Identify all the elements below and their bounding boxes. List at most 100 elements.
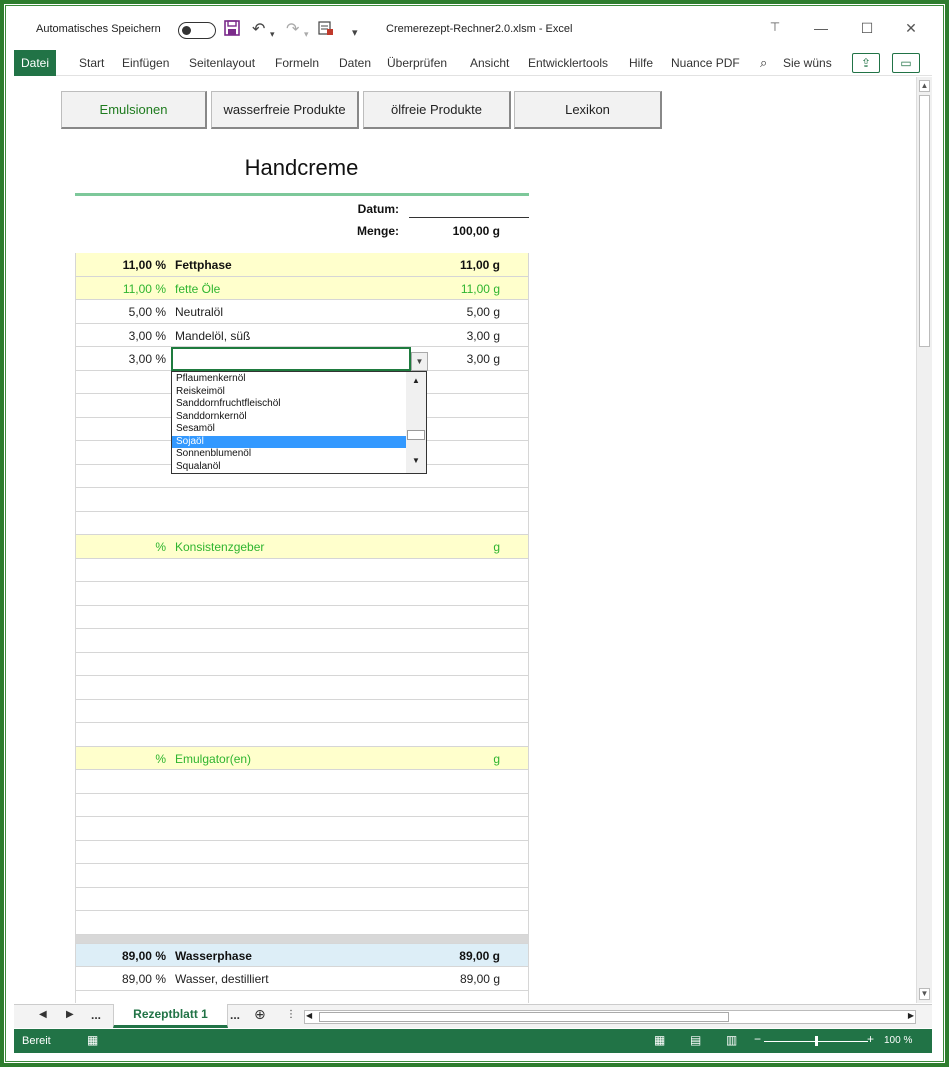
redo-icon[interactable]: ↷ <box>286 20 299 40</box>
table-row[interactable] <box>75 511 529 535</box>
tab-nuance-pdf[interactable]: Nuance PDF <box>671 50 740 76</box>
horizontal-scrollbar[interactable]: ◀ ▶ <box>304 1010 916 1024</box>
scroll-down-icon[interactable]: ▼ <box>919 988 930 1000</box>
vertical-scrollbar[interactable]: ▲ ▼ <box>916 77 932 1003</box>
close-icon[interactable]: ✕ <box>896 20 926 37</box>
tab-start[interactable]: Start <box>79 50 104 76</box>
table-row[interactable]: 3,00 % Mandelöl, süß 3,00 g <box>75 323 529 347</box>
dropdown-item[interactable]: Sojaöl <box>172 435 406 448</box>
scroll-right-icon[interactable]: ▶ <box>908 1011 914 1020</box>
dropdown-scrollbar[interactable]: ▲ ▼ <box>406 372 426 473</box>
tab-entwicklertools[interactable]: Entwicklertools <box>528 50 608 76</box>
ingredient-dropdown-list[interactable]: Squalanöl Sonnenblumenöl Sojaöl Sesamöl Sand… <box>171 371 427 474</box>
tab-ueberpruefen[interactable]: Überprüfen <box>387 50 447 76</box>
dropdown-scroll-thumb[interactable] <box>407 430 425 440</box>
page-break-view-icon[interactable]: ▥ <box>726 1033 737 1047</box>
table-row[interactable]: 11,00 % Fettphase 11,00 g <box>75 253 529 277</box>
dropdown-scroll-down-icon[interactable]: ▼ <box>409 456 423 468</box>
sheet-tab-rezeptblatt-1[interactable]: Rezeptblatt 1 <box>113 1004 228 1028</box>
sheet-overflow-left[interactable]: ... <box>91 1008 101 1022</box>
dropdown-item[interactable]: Sesamöl <box>172 423 406 436</box>
table-row[interactable] <box>75 605 529 629</box>
table-row[interactable] <box>75 887 529 911</box>
zoom-level[interactable]: 100 % <box>884 1035 912 1046</box>
tab-daten[interactable]: Daten <box>339 50 371 76</box>
maximize-icon[interactable]: ☐ <box>852 20 882 37</box>
share-icon[interactable]: ⇪ <box>852 53 880 73</box>
table-row[interactable]: 5,00 % Neutralöl 5,00 g <box>75 300 529 324</box>
redo-dropdown-icon[interactable]: ▾ <box>304 24 309 44</box>
scroll-left-icon[interactable]: ◀ <box>306 1011 312 1020</box>
table-row[interactable] <box>75 770 529 794</box>
recipe-title[interactable]: Handcreme <box>74 155 529 181</box>
table-row[interactable]: % Konsistenzgeber g <box>75 535 529 559</box>
customize-toolbar-icon[interactable]: ▾ <box>352 23 358 43</box>
row-amt: 11,00 g <box>460 281 500 296</box>
dropdown-item[interactable]: Squalanöl <box>172 461 406 474</box>
active-cell-input[interactable] <box>171 347 411 371</box>
table-row[interactable] <box>75 911 529 935</box>
table-row[interactable] <box>75 723 529 747</box>
menge-value[interactable]: 100,00 g <box>409 224 500 238</box>
zoom-out-icon[interactable]: − <box>754 1032 761 1046</box>
undo-icon[interactable]: ↶ <box>252 20 265 40</box>
tab-seitenlayout[interactable]: Seitenlayout <box>189 50 255 76</box>
add-sheet-icon[interactable]: ⊕ <box>254 1006 266 1023</box>
table-row[interactable]: 89,00 % Wasser, destilliert 89,00 g <box>75 967 529 991</box>
tab-datei[interactable]: Datei <box>14 50 56 76</box>
scroll-thumb[interactable] <box>919 95 930 347</box>
dropdown-item[interactable]: Sanddornfruchtfleischöl <box>172 398 406 411</box>
dropdown-scroll-up-icon[interactable]: ▲ <box>409 376 423 388</box>
comment-icon[interactable]: ▭ <box>892 53 920 73</box>
next-sheet-icon[interactable]: ▶ <box>66 1009 74 1020</box>
table-row[interactable] <box>75 840 529 864</box>
dropdown-item[interactable]: Pflaumenkernöl <box>172 373 406 386</box>
dropdown-item[interactable]: Reiskeimöl <box>172 386 406 399</box>
table-row[interactable] <box>75 558 529 582</box>
tab-formeln[interactable]: Formeln <box>275 50 319 76</box>
tab-ansicht[interactable]: Ansicht <box>470 50 509 76</box>
search-box[interactable]: Sie wüns <box>783 50 832 76</box>
zoom-slider-knob[interactable] <box>815 1036 818 1046</box>
hscroll-thumb[interactable] <box>319 1012 729 1022</box>
cell-dropdown-button[interactable]: ▼ <box>411 352 428 371</box>
normal-view-icon[interactable]: ▦ <box>654 1033 665 1047</box>
prev-sheet-icon[interactable]: ◀ <box>39 1009 47 1020</box>
lexikon-button[interactable]: Lexikon <box>514 91 662 129</box>
table-row[interactable] <box>75 934 529 944</box>
table-row[interactable] <box>75 652 529 676</box>
ribbon-display-icon[interactable]: ⊤ <box>760 20 790 34</box>
table-row[interactable] <box>75 864 529 888</box>
table-row[interactable] <box>75 676 529 700</box>
table-row[interactable]: % Emulgator(en) g <box>75 746 529 770</box>
wasserfreie-produkte-button[interactable]: wasserfreie Produkte <box>211 91 359 129</box>
table-row[interactable]: 89,00 % Wasserphase 89,00 g <box>75 943 529 967</box>
accessibility-icon[interactable]: ▦ <box>87 1033 98 1047</box>
page-layout-view-icon[interactable]: ▤ <box>690 1033 701 1047</box>
tab-einfuegen[interactable]: Einfügen <box>122 50 169 76</box>
form-icon[interactable] <box>318 20 334 42</box>
zoom-in-icon[interactable]: + <box>867 1032 874 1046</box>
sheet-overflow-right[interactable]: ... <box>230 1008 240 1022</box>
table-row[interactable] <box>75 817 529 841</box>
table-row[interactable]: 11,00 % fette Öle 11,00 g <box>75 276 529 300</box>
emulsionen-button[interactable]: Emulsionen <box>61 91 207 129</box>
table-row[interactable] <box>75 699 529 723</box>
dropdown-item[interactable]: Sonnenblumenöl <box>172 448 406 461</box>
table-row[interactable] <box>75 793 529 817</box>
scroll-up-icon[interactable]: ▲ <box>919 80 930 92</box>
autosave-toggle[interactable] <box>178 22 216 39</box>
search-icon[interactable]: ⌕ <box>760 50 767 76</box>
tab-hilfe[interactable]: Hilfe <box>629 50 653 76</box>
table-row[interactable] <box>75 990 529 1003</box>
split-handle-icon[interactable]: ⋮ <box>286 1009 296 1020</box>
oelfreie-produkte-button[interactable]: ölfreie Produkte <box>363 91 511 129</box>
table-row[interactable] <box>75 629 529 653</box>
minimize-icon[interactable]: — <box>806 20 836 36</box>
save-icon[interactable] <box>224 20 240 42</box>
worksheet[interactable]: Emulsionen wasserfreie Produkte ölfreie … <box>14 77 916 1003</box>
dropdown-item[interactable]: Sanddornkernöl <box>172 411 406 424</box>
table-row[interactable] <box>75 582 529 606</box>
table-row[interactable] <box>75 488 529 512</box>
undo-dropdown-icon[interactable]: ▾ <box>270 24 275 44</box>
